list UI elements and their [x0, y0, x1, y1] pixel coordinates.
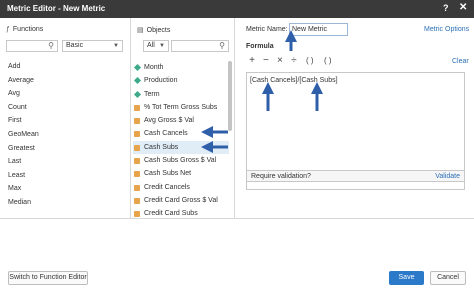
metric-icon [134, 118, 140, 125]
object-item-label: % Tot Term Gross Subs [144, 103, 218, 111]
object-item-label: Month [144, 64, 164, 71]
require-validation-label: Require validation? [251, 173, 311, 180]
object-item[interactable]: % Tot Term Gross Subs [133, 101, 229, 114]
divide-operator-button[interactable]: ÷ [288, 55, 300, 67]
functions-header: ƒ Functions [6, 26, 43, 33]
metric-icon [134, 104, 140, 111]
attribute-icon [133, 63, 142, 72]
objects-icon: ▤ [137, 27, 144, 34]
object-item[interactable]: Term [133, 88, 229, 101]
search-icon: ⚲ [48, 41, 54, 50]
object-item-label: Avg Gross $ Val [144, 117, 194, 125]
function-item[interactable]: Least [8, 169, 123, 183]
objects-panel: ▤ Objects All ▼ ⚲ Month Production Term % To… [131, 18, 235, 218]
object-item-label: Credit Cancels [144, 183, 190, 191]
object-list: Month Production Term % Tot Term Gross Subs… [133, 61, 229, 221]
objects-header-label: Objects [146, 27, 171, 34]
object-item-label: Cash Subs [144, 143, 179, 151]
attribute-icon [133, 90, 142, 98]
metric-name-label: Metric Name: [246, 26, 288, 33]
metric-name-input[interactable]: New Metric [289, 23, 348, 36]
object-item-label: Term [144, 90, 160, 98]
validate-link[interactable]: Validate [435, 173, 460, 180]
object-filter-value: All [147, 42, 155, 49]
object-item-label: Production [144, 77, 178, 85]
function-list: Add Average Avg Count First GeoMean Greatest La… [8, 60, 123, 210]
functions-header-label: Functions [12, 26, 44, 33]
object-filter-select[interactable]: All ▼ [143, 40, 169, 52]
function-item[interactable]: Add [8, 60, 123, 74]
help-icon[interactable]: ? [443, 3, 449, 13]
object-item-label: Cash Subs Net [144, 170, 192, 178]
metric-icon [134, 171, 140, 178]
object-item-label: Credit Card Subs [144, 210, 198, 218]
metric-icon [134, 131, 140, 138]
object-item[interactable]: Production [133, 74, 229, 87]
object-item-label: Cash Cancels [144, 130, 188, 138]
scrollbar-thumb[interactable] [228, 61, 232, 131]
function-item[interactable]: First [8, 114, 123, 128]
add-operator-button[interactable]: + [246, 55, 258, 67]
function-item[interactable]: Last [8, 155, 123, 169]
function-item[interactable]: Avg [8, 87, 123, 101]
function-icon: ƒ [6, 26, 10, 33]
function-item[interactable]: Median [8, 196, 123, 210]
object-search-input[interactable]: ⚲ [171, 40, 229, 52]
function-item[interactable]: GeoMean [8, 128, 123, 142]
object-item[interactable]: Cash Cancels [133, 127, 229, 140]
function-search-input[interactable]: ⚲ [6, 40, 58, 52]
chevron-down-icon: ▼ [113, 43, 119, 49]
dialog-footer: Switch to Function Editor Save Cancel [0, 218, 474, 291]
switch-editor-button[interactable]: Switch to Function Editor [8, 271, 88, 285]
object-item-label: Credit Card Gross $ Val [144, 196, 218, 204]
function-item[interactable]: Count [8, 101, 123, 115]
object-item-label: Cash Subs Gross $ Val [144, 157, 217, 165]
close-icon[interactable]: ✕ [459, 2, 467, 13]
metric-icon [134, 211, 140, 218]
objects-header: ▤ Objects [137, 26, 170, 34]
validation-bar: Require validation? Validate [246, 170, 465, 182]
title-bar: Metric Editor - New Metric ? ✕ [0, 0, 474, 18]
parentheses-button[interactable]: ( ) [302, 55, 318, 67]
cancel-button[interactable]: Cancel [430, 271, 466, 285]
chevron-down-icon: ▼ [159, 43, 165, 49]
operator-toolbar: + − × ÷ ( ) ( ) [246, 55, 336, 67]
metric-icon [134, 197, 140, 204]
metric-icon [134, 158, 140, 165]
clear-link[interactable]: Clear [452, 58, 469, 65]
function-item[interactable]: Greatest [8, 142, 123, 156]
functions-panel: ƒ Functions ⚲ Basic ▼ Add Average Avg Count F… [0, 18, 131, 218]
subtract-operator-button[interactable]: − [260, 55, 272, 67]
object-item[interactable]: Cash Subs Net [133, 167, 229, 180]
save-button[interactable]: Save [389, 271, 424, 285]
metric-panel: Metric Name: New Metric Metric Options F… [235, 18, 474, 218]
object-list-scrollbar[interactable] [228, 61, 233, 216]
parentheses-button-alt[interactable]: ( ) [320, 55, 336, 67]
search-icon: ⚲ [219, 41, 225, 50]
metric-icon [134, 184, 140, 191]
metric-options-link[interactable]: Metric Options [424, 26, 469, 33]
attribute-icon [133, 77, 142, 85]
object-item[interactable]: Month [133, 61, 229, 74]
object-item[interactable]: Credit Card Gross $ Val [133, 194, 229, 207]
object-item[interactable]: Avg Gross $ Val [133, 114, 229, 127]
metric-icon [134, 144, 140, 151]
function-category-select[interactable]: Basic ▼ [62, 40, 123, 52]
formula-text: [Cash Cancels]/[Cash Subs] [250, 77, 338, 84]
function-item[interactable]: Average [8, 74, 123, 88]
object-item[interactable]: Cash Subs Gross $ Val [133, 154, 229, 167]
object-item[interactable]: Cash Subs [133, 140, 229, 155]
multiply-operator-button[interactable]: × [274, 55, 286, 67]
function-item[interactable]: Max [8, 182, 123, 196]
function-category-value: Basic [66, 42, 84, 49]
formula-label: Formula [246, 43, 274, 50]
window-title: Metric Editor - New Metric [7, 4, 106, 13]
object-item[interactable]: Credit Cancels [133, 181, 229, 194]
